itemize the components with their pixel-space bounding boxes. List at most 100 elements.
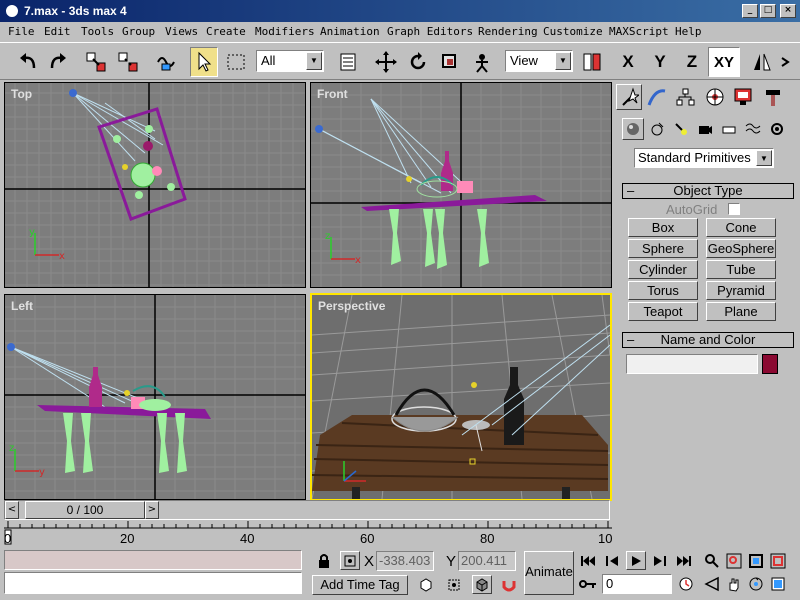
absolute-mode-button[interactable]: [340, 551, 360, 570]
viewport-perspective[interactable]: Perspective: [310, 293, 612, 501]
crossing-selection-button[interactable]: [444, 575, 464, 594]
current-frame-field[interactable]: 0: [602, 574, 672, 594]
time-slider-thumb[interactable]: 0 / 100: [25, 501, 145, 519]
prompt-line-field[interactable]: [4, 572, 302, 594]
bind-space-warp-button[interactable]: [152, 47, 180, 77]
play-button[interactable]: [626, 551, 646, 570]
animate-button[interactable]: Animate: [524, 551, 574, 595]
restrict-xy-button[interactable]: XY: [708, 47, 740, 77]
cone-button[interactable]: Cone: [706, 218, 776, 237]
object-type-rollout-header[interactable]: – Object Type: [622, 183, 794, 199]
minimize-button[interactable]: _: [742, 4, 758, 18]
redo-button[interactable]: [44, 47, 72, 77]
teapot-button[interactable]: Teapot: [628, 302, 698, 321]
viewport-top-label[interactable]: Top: [11, 87, 32, 101]
pan-button[interactable]: [724, 574, 744, 593]
degradation-override-button[interactable]: [416, 575, 436, 594]
menu-customize[interactable]: Customize: [543, 25, 603, 38]
category-lights-button[interactable]: [670, 118, 692, 140]
arc-rotate-button[interactable]: [746, 574, 766, 593]
category-cameras-button[interactable]: [694, 118, 716, 140]
unlink-selection-button[interactable]: [114, 47, 142, 77]
select-by-name-button[interactable]: [334, 47, 362, 77]
go-to-end-button[interactable]: [674, 551, 694, 570]
geosphere-button[interactable]: GeoSphere: [706, 239, 776, 258]
selection-region-button[interactable]: [222, 47, 250, 77]
restrict-x-button[interactable]: X: [614, 47, 642, 77]
zoom-extents-all-button[interactable]: [768, 551, 788, 570]
box-button[interactable]: Box: [628, 218, 698, 237]
zoom-button[interactable]: [702, 551, 722, 570]
zoom-all-button[interactable]: [724, 551, 744, 570]
menu-tools[interactable]: Tools: [81, 25, 114, 38]
go-to-start-button[interactable]: [578, 551, 598, 570]
close-button[interactable]: ×: [780, 4, 796, 18]
object-name-field[interactable]: [626, 354, 758, 374]
time-slider-track[interactable]: < 0 / 100 >: [4, 500, 610, 520]
time-configuration-button[interactable]: [676, 574, 696, 593]
y-coord-field[interactable]: 200.411: [458, 551, 516, 571]
select-and-link-button[interactable]: [82, 47, 110, 77]
select-and-move-button[interactable]: [372, 47, 400, 77]
cylinder-button[interactable]: Cylinder: [628, 260, 698, 279]
menu-graph-editors[interactable]: Graph Editors: [387, 25, 473, 38]
selection-filter-dropdown[interactable]: All ▼: [256, 50, 324, 72]
next-frame-button[interactable]: [650, 551, 670, 570]
category-helpers-button[interactable]: [718, 118, 740, 140]
tab-display[interactable]: [730, 84, 756, 110]
name-color-rollout-header[interactable]: – Name and Color: [622, 332, 794, 348]
menu-group[interactable]: Group: [122, 25, 155, 38]
time-prev-button[interactable]: <: [5, 501, 19, 519]
menu-rendering[interactable]: Rendering: [478, 25, 538, 38]
menu-modifiers[interactable]: Modifiers: [255, 25, 315, 38]
category-dropdown[interactable]: Standard Primitives ▼: [634, 148, 774, 168]
viewport-left[interactable]: z y Left: [4, 294, 306, 500]
plane-button[interactable]: Plane: [706, 302, 776, 321]
viewport-top[interactable]: y x Top: [4, 82, 306, 288]
field-of-view-button[interactable]: [702, 574, 722, 593]
tab-modify[interactable]: [644, 84, 670, 110]
undo-button[interactable]: [14, 47, 42, 77]
category-shapes-button[interactable]: [646, 118, 668, 140]
category-systems-button[interactable]: [766, 118, 788, 140]
tab-utilities[interactable]: [760, 84, 786, 110]
tab-create[interactable]: [616, 84, 642, 110]
viewport-perspective-label[interactable]: Perspective: [318, 299, 385, 313]
key-mode-toggle-button[interactable]: [578, 574, 598, 593]
object-snap-button[interactable]: [472, 575, 492, 594]
tube-button[interactable]: Tube: [706, 260, 776, 279]
menu-help[interactable]: Help: [675, 25, 702, 38]
app-icon[interactable]: [4, 3, 20, 19]
viewport-left-label[interactable]: Left: [11, 299, 33, 313]
selection-lock-button[interactable]: [314, 551, 334, 570]
menu-animation[interactable]: Animation: [320, 25, 380, 38]
toolbar-overflow-button[interactable]: [776, 47, 796, 77]
select-object-button[interactable]: [190, 47, 218, 77]
menu-create[interactable]: Create: [206, 25, 246, 38]
menu-views[interactable]: Views: [165, 25, 198, 38]
add-time-tag-button[interactable]: Add Time Tag: [312, 575, 408, 595]
pivot-center-button[interactable]: [578, 47, 606, 77]
menu-file[interactable]: File: [8, 25, 35, 38]
menu-maxscript[interactable]: MAXScript: [609, 25, 669, 38]
restrict-z-button[interactable]: Z: [678, 47, 706, 77]
pyramid-button[interactable]: Pyramid: [706, 281, 776, 300]
category-geometry-button[interactable]: [622, 118, 644, 140]
maxscript-listener-field[interactable]: [4, 550, 302, 570]
tab-hierarchy[interactable]: [672, 84, 698, 110]
time-next-button[interactable]: >: [145, 501, 159, 519]
object-color-swatch[interactable]: [762, 354, 778, 374]
reference-coordinate-dropdown[interactable]: View ▼: [505, 50, 573, 72]
category-spacewarps-button[interactable]: [742, 118, 764, 140]
restrict-y-button[interactable]: Y: [646, 47, 674, 77]
viewport-front-label[interactable]: Front: [317, 87, 348, 101]
menu-edit[interactable]: Edit: [44, 25, 71, 38]
previous-frame-button[interactable]: [602, 551, 622, 570]
torus-button[interactable]: Torus: [628, 281, 698, 300]
snap-toggle-button[interactable]: [500, 575, 520, 594]
autogrid-checkbox[interactable]: [728, 203, 740, 215]
tab-motion[interactable]: [702, 84, 728, 110]
select-and-rotate-button[interactable]: [404, 47, 432, 77]
maximize-button[interactable]: □: [760, 4, 776, 18]
maximize-viewport-button[interactable]: [768, 574, 788, 593]
